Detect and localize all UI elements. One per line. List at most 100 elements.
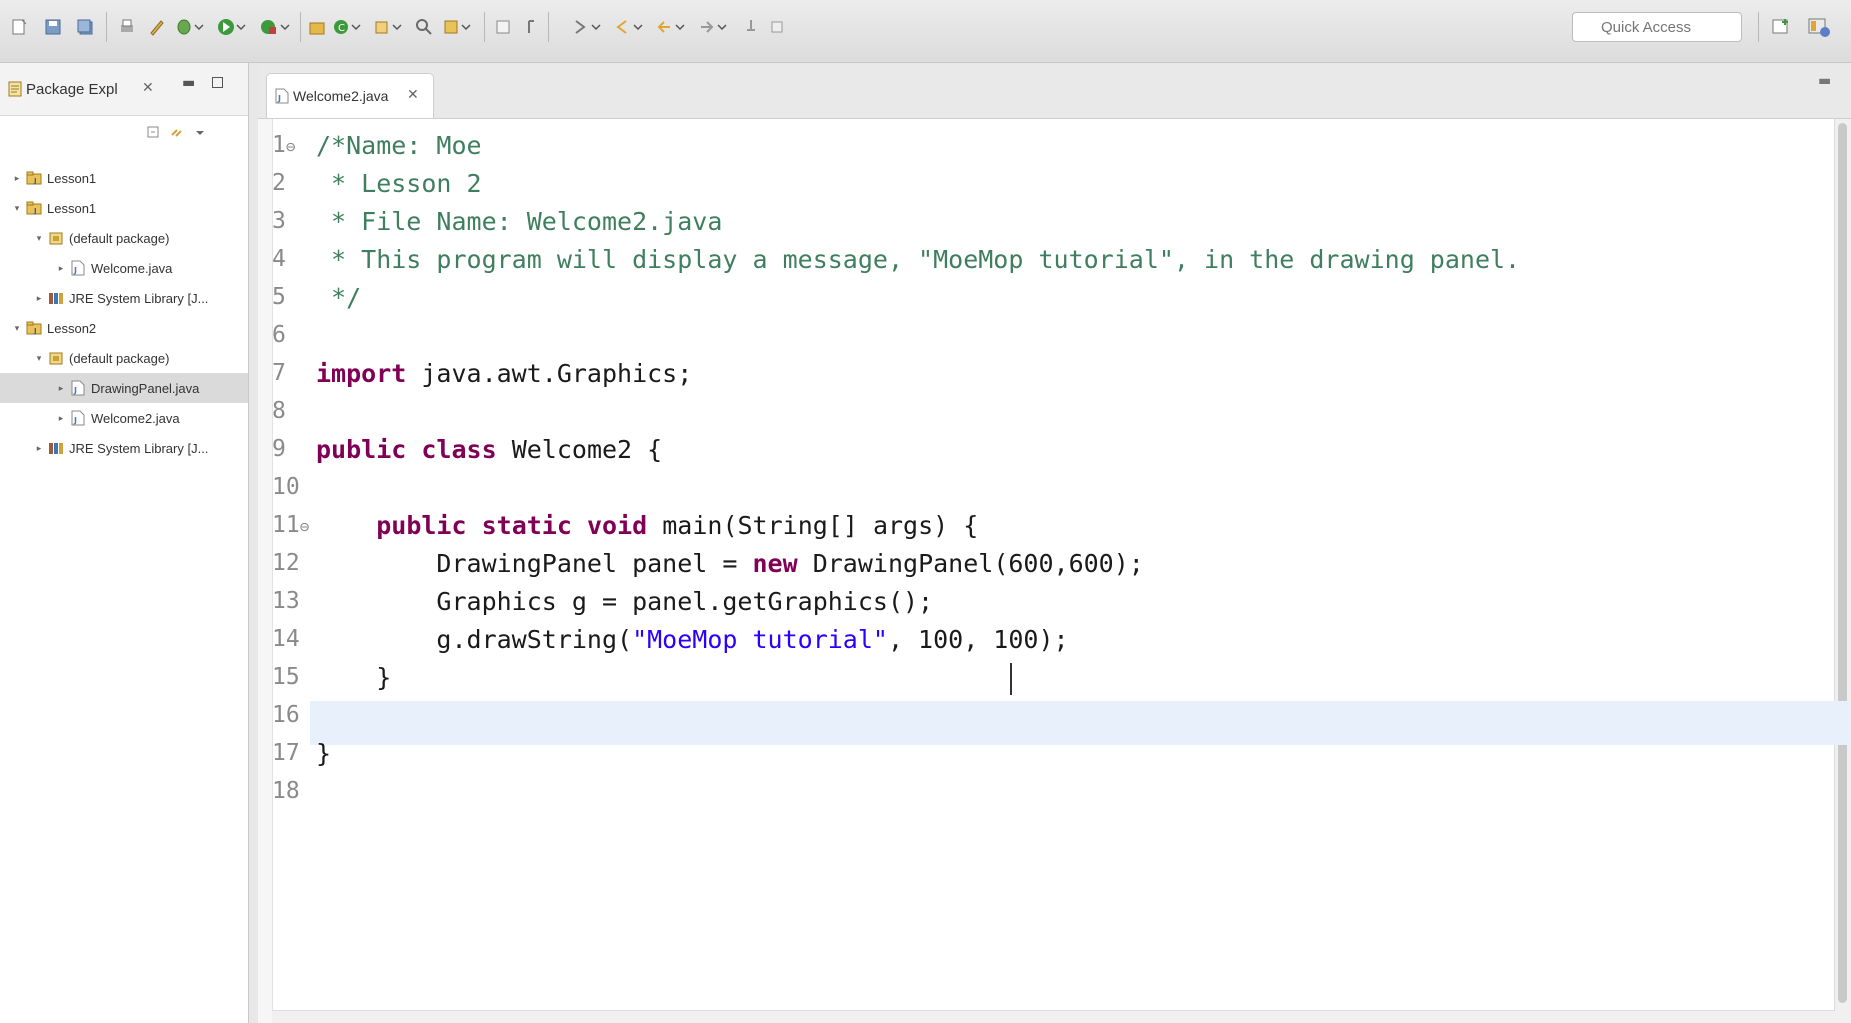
toggle-mark-icon[interactable] [492, 14, 514, 40]
keyword-token: void [586, 510, 648, 540]
code-token: Welcome2 { [496, 434, 663, 464]
forward-icon[interactable] [696, 14, 734, 40]
tree-item[interactable]: ▾ (default package) [0, 343, 248, 373]
open-task-icon[interactable] [440, 14, 478, 40]
comment-token: /*Name: Moe [316, 130, 482, 160]
fold-toggle-icon[interactable]: ⊖ [286, 137, 296, 156]
external-tools-icon[interactable] [256, 14, 296, 40]
code-token: DrawingPanel(600,600); [797, 548, 1144, 578]
comment-token: * File Name: Welcome2.java [316, 206, 723, 236]
close-icon[interactable]: ✕ [142, 80, 154, 96]
editor-tab-welcome2[interactable]: J Welcome2.java ✕ [266, 73, 434, 118]
keyword-token: public [376, 510, 467, 540]
comment-token: * Lesson 2 [316, 168, 482, 198]
java-perspective-icon[interactable] [1804, 14, 1834, 40]
run-icon[interactable] [214, 14, 254, 40]
pin-editor-icon[interactable] [740, 14, 762, 40]
expanded-twisty-icon[interactable]: ▾ [12, 323, 22, 334]
show-whitespace-icon[interactable] [518, 14, 540, 40]
library-icon [48, 290, 64, 306]
tree-item[interactable]: ▸ J Welcome.java [0, 253, 248, 283]
new-java-project-icon[interactable] [306, 14, 328, 40]
code-line[interactable]: 18 [272, 769, 316, 813]
last-edit-icon[interactable] [766, 14, 788, 40]
debug-icon[interactable] [172, 14, 212, 40]
current-line-highlight [310, 701, 1851, 745]
horizontal-scrollbar[interactable] [272, 1010, 1835, 1023]
svg-text:J: J [73, 386, 77, 395]
package-explorer-icon [8, 81, 22, 97]
save-all-icon[interactable] [72, 14, 98, 40]
back-icon[interactable] [654, 14, 692, 40]
vertical-scrollbar[interactable] [1834, 119, 1851, 1023]
collapsed-twisty-icon[interactable]: ▸ [34, 293, 44, 304]
tree-item[interactable]: ▾ J Lesson2 [0, 313, 248, 343]
open-perspective-icon[interactable] [1768, 14, 1794, 40]
new-class-icon[interactable]: C [330, 14, 368, 40]
fold-toggle-icon[interactable]: ⊖ [300, 517, 310, 536]
code-token: , 100, 100); [887, 624, 1069, 654]
tree-item[interactable]: ▾ J Lesson1 [0, 193, 248, 223]
tree-item[interactable]: ▸ J Lesson1 [0, 163, 248, 193]
package-explorer-tab[interactable]: Package Expl ✕ ▬ [0, 63, 248, 116]
view-toolbar [146, 125, 206, 141]
pencil-icon[interactable] [146, 14, 168, 40]
open-type-icon[interactable] [370, 14, 410, 40]
collapsed-twisty-icon[interactable]: ▸ [56, 413, 66, 424]
tree-item[interactable]: ▾ (default package) [0, 223, 248, 253]
new-icon[interactable] [6, 14, 32, 40]
library-icon [48, 440, 64, 456]
maximize-icon[interactable] [212, 77, 223, 88]
svg-text:J: J [73, 416, 77, 425]
quick-access-input[interactable] [1572, 12, 1742, 42]
code-token: main(String[] args) { [647, 510, 979, 540]
previous-annotation-icon[interactable] [612, 14, 650, 40]
tree-item[interactable]: ▸ JRE System Library [J... [0, 433, 248, 463]
text-cursor [1010, 663, 1012, 695]
line-number: 18 [272, 778, 300, 804]
search-icon[interactable] [412, 14, 436, 40]
collapsed-twisty-icon[interactable]: ▸ [34, 443, 44, 454]
close-icon[interactable]: ✕ [407, 87, 419, 103]
link-with-editor-icon[interactable] [170, 125, 186, 141]
editor-minimize-icon[interactable]: ▬ [1818, 73, 1831, 89]
code-line[interactable]: 7 import java.awt.Graphics; [272, 351, 692, 395]
tree-item-label: Welcome2.java [91, 410, 180, 426]
code-token: java.awt.Graphics; [406, 358, 693, 388]
expanded-twisty-icon[interactable]: ▾ [12, 203, 22, 214]
code-line[interactable]: 9 public class Welcome2 { [272, 427, 662, 471]
keyword-token: public [316, 434, 407, 464]
collapsed-twisty-icon[interactable]: ▸ [12, 173, 22, 184]
tree-item-label: JRE System Library [J... [69, 290, 209, 306]
expanded-twisty-icon[interactable]: ▾ [34, 353, 44, 364]
tree-item[interactable]: ▸ JRE System Library [J... [0, 283, 248, 313]
expanded-twisty-icon[interactable]: ▾ [34, 233, 44, 244]
keyword-token: new [752, 548, 798, 578]
package-explorer-view: Package Expl ✕ ▬ ▸ J Lesson1 ▾ J Lesson1 ▾ (def… [0, 63, 249, 1023]
svg-text:C: C [338, 23, 345, 34]
package-explorer-title: Package Expl [26, 81, 118, 98]
collapsed-twisty-icon[interactable]: ▸ [56, 383, 66, 394]
java-file-icon: J [70, 410, 86, 426]
collapse-all-icon[interactable] [146, 125, 162, 141]
print-icon[interactable] [114, 14, 140, 40]
tree-item-label: Lesson1 [47, 170, 97, 186]
save-icon[interactable] [40, 14, 66, 40]
line-number: 10 [272, 474, 300, 500]
tree-item-label: JRE System Library [J... [69, 440, 209, 456]
minimize-icon[interactable]: ▬ [182, 75, 195, 91]
project-icon: J [26, 170, 42, 186]
tree-item[interactable]: ▸ J DrawingPanel.java [0, 373, 248, 403]
collapsed-twisty-icon[interactable]: ▸ [56, 263, 66, 274]
tree-item[interactable]: ▸ J Welcome2.java [0, 403, 248, 433]
project-icon: J [26, 200, 42, 216]
view-menu-icon[interactable] [194, 125, 206, 141]
tree-item-label: Lesson2 [47, 320, 97, 336]
scrollbar-thumb[interactable] [1838, 123, 1847, 1003]
next-annotation-icon[interactable] [570, 14, 608, 40]
code-line[interactable]: 4 * This program will display a message,… [272, 237, 1520, 281]
java-file-icon: J [70, 380, 86, 396]
line-number: 5 [272, 284, 286, 310]
code-line[interactable]: 14 g.drawString("MoeMop tutorial", 100, … [272, 617, 1069, 661]
